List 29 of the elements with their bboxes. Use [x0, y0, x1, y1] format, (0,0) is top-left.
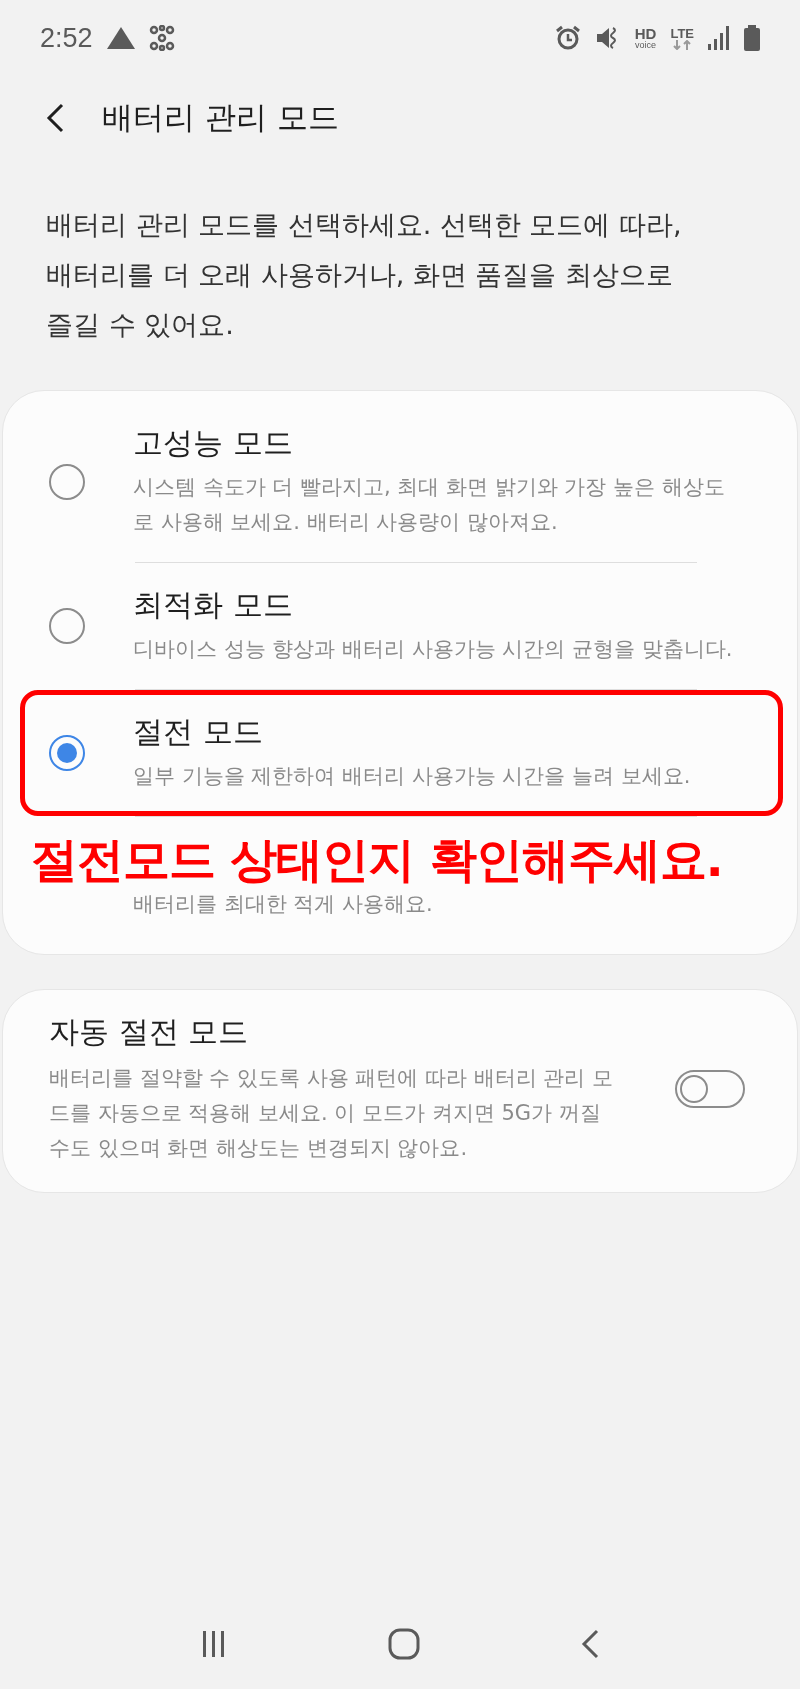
- hd-voice-indicator: HD voice: [634, 26, 657, 50]
- setting-description: 배터리를 절약할 수 있도록 사용 패턴에 따라 배터리 관리 모드를 자동으로 적용해 보세요. 이 모드가 켜지면 5G가 꺼질 수도 있으며 화면 해상도는 변경되지 않아요.: [49, 1065, 615, 1162]
- radio-button[interactable]: [49, 463, 85, 500]
- back-icon[interactable]: [581, 1629, 600, 1659]
- mode-description: 배터리를 최대한 적게 사용해요.: [133, 891, 434, 918]
- setting-title: 자동 절전 모드: [49, 1013, 250, 1051]
- mode-title: 절전 모드: [133, 713, 264, 751]
- mode-title: 고성능 모드: [133, 424, 294, 462]
- status-time: 2:52: [40, 22, 93, 54]
- alarm-icon: [554, 25, 581, 51]
- radio-button[interactable]: [49, 735, 85, 771]
- radio-button[interactable]: [49, 608, 85, 644]
- annotation-text: 절전모드 상태인지 확인해주세요.: [31, 831, 723, 889]
- description-text: 배터리 관리 모드를 선택하세요. 선택한 모드에 따라, 배터리를 더 오래 사용하거나, 화면 품질을 최상으로 즐길 수 있어요.: [46, 208, 683, 342]
- recent-apps-icon[interactable]: [200, 1631, 227, 1657]
- warning-triangle-icon: [106, 27, 135, 49]
- signal-icon: [708, 26, 730, 50]
- battery-icon: [744, 25, 760, 51]
- mode-title: 최적화 모드: [133, 586, 294, 624]
- back-icon[interactable]: [46, 103, 64, 133]
- lte-indicator: LTE: [670, 26, 694, 40]
- page-title: 배터리 관리 모드: [102, 98, 339, 137]
- data-arrows-icon: [672, 39, 693, 50]
- mode-description: 디바이스 성능 향상과 배터리 사용가능 시간의 균형을 맞춥니다.: [133, 636, 734, 663]
- home-icon[interactable]: [388, 1628, 420, 1660]
- mode-description: 일부 기능을 제한하여 배터리 사용가능 시간을 늘려 보세요.: [133, 763, 692, 790]
- network-nodes-icon: [148, 25, 175, 51]
- toggle-switch[interactable]: [675, 1070, 745, 1108]
- mode-description: 시스템 속도가 더 빨라지고, 최대 화면 밝기와 가장 높은 해상도로 사용해 보세요. 배터리 사용량이 많아져요.: [133, 474, 726, 536]
